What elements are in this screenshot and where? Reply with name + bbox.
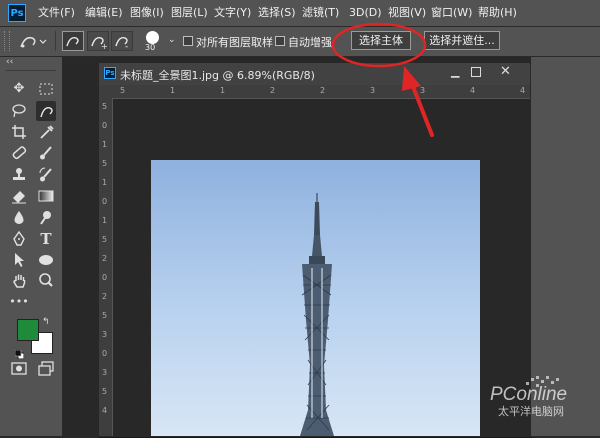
pconline-watermark: PConline 太平洋电脑网 bbox=[488, 368, 598, 432]
annotation-arrow-shaft bbox=[410, 82, 434, 137]
watermark-subtitle: 太平洋电脑网 bbox=[498, 404, 564, 418]
annotation-ellipse bbox=[331, 22, 427, 68]
pconline-logo: PConline 太平洋电脑网 bbox=[490, 376, 567, 418]
watermark-brand: PConline bbox=[490, 384, 567, 405]
annotation-arrow-head bbox=[402, 66, 421, 91]
